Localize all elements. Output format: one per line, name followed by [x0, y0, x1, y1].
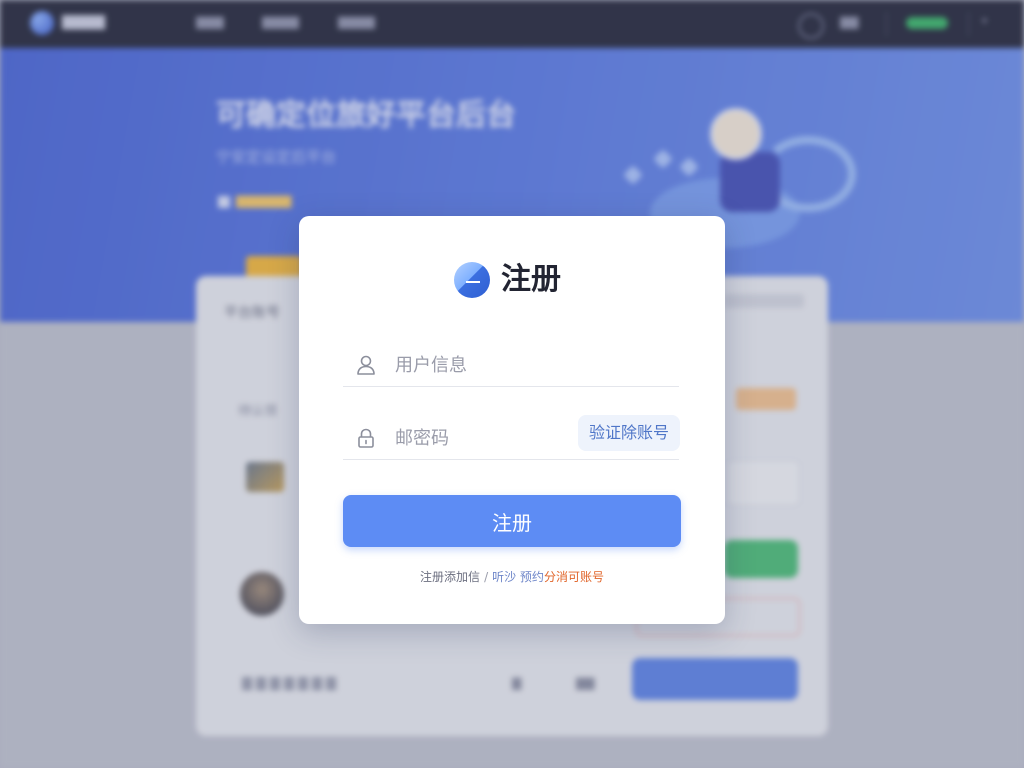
app-logo-icon	[454, 262, 490, 298]
register-button[interactable]: 注册	[343, 495, 681, 547]
modal-footer: 注册添加信 / 听沙 预约分消可账号	[299, 568, 725, 585]
footer-text: 注册添加信	[420, 570, 481, 584]
user-icon	[357, 355, 375, 375]
modal-title: 注册	[501, 262, 561, 297]
username-input[interactable]	[393, 350, 577, 380]
password-field: 验证除账号	[343, 415, 680, 460]
lock-icon	[358, 428, 374, 448]
register-modal: 注册 验证除账号 注册 注册添加信/听沙 预约分消可账号	[299, 216, 725, 624]
verify-button[interactable]: 验证除账号	[578, 415, 680, 451]
password-input[interactable]	[393, 423, 577, 453]
footer-separator: /	[484, 570, 489, 584]
footer-link-account[interactable]: 分消可账号	[544, 570, 604, 584]
footer-link-reserve[interactable]: 听沙 预约	[492, 570, 544, 584]
username-field	[343, 342, 679, 387]
